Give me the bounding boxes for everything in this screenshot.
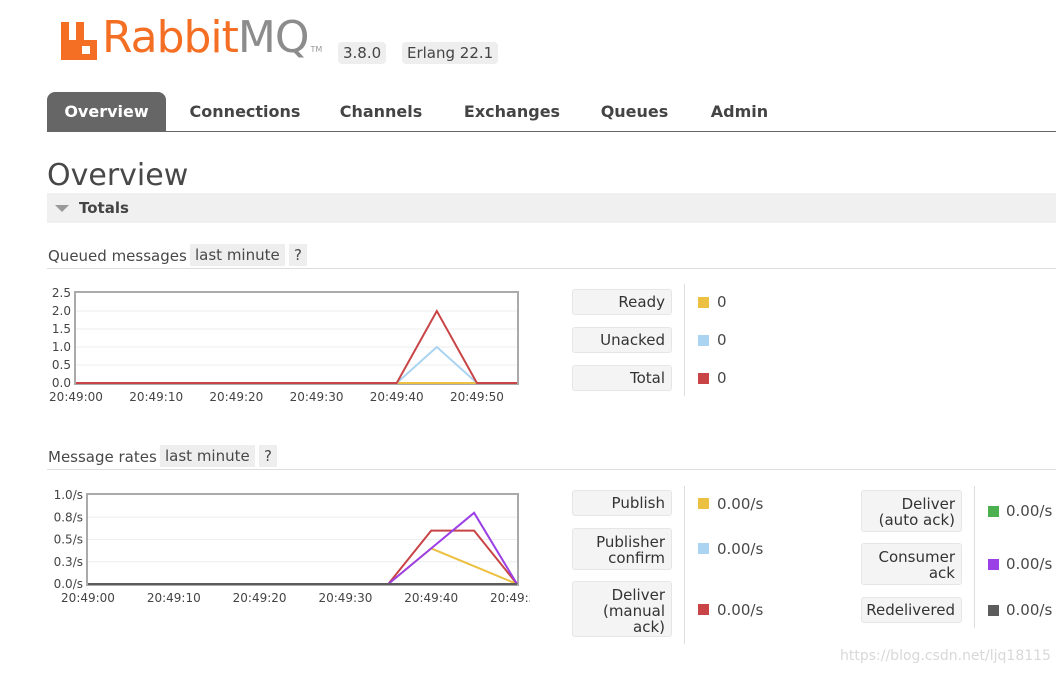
x-tick-label: 20:49:40 [404, 591, 458, 605]
legend-ready: Ready [572, 289, 672, 315]
y-tick-label: 0.0/s [54, 577, 83, 591]
rates-legend-divider-right [974, 486, 975, 628]
x-tick-label: 20:49:50 [450, 390, 504, 404]
legend-publisher-confirm: Publisher confirm [572, 528, 672, 570]
y-tick-label: 0.8/s [54, 510, 83, 524]
main-nav: Overview Connections Channels Exchanges … [47, 92, 1056, 132]
tab-admin[interactable]: Admin [702, 92, 777, 131]
publisher-confirm-rate-value: 0.00/s [717, 540, 764, 558]
tab-connections[interactable]: Connections [181, 92, 309, 131]
tab-queues[interactable]: Queues [592, 92, 677, 131]
rabbitmq-logo-icon [60, 18, 98, 62]
y-tick-label: 1.5 [52, 322, 71, 336]
redelivered-rate-value: 0.00/s [1006, 601, 1053, 619]
unacked-value: 0 [717, 331, 727, 349]
x-tick-label: 20:49:30 [290, 390, 344, 404]
totals-section-label: Totals [79, 199, 129, 217]
queued-messages-header: Queued messages last minute ? [47, 244, 1056, 269]
consumer-ack-rate-value: 0.00/s [1006, 555, 1053, 573]
totals-section-toggle[interactable]: Totals [47, 193, 1056, 223]
total-value: 0 [717, 369, 727, 387]
tab-exchanges[interactable]: Exchanges [454, 92, 570, 131]
x-tick-label: 20:49:10 [129, 390, 183, 404]
y-tick-label: 0.3/s [54, 555, 83, 569]
swatch-publisher-confirm [698, 543, 709, 554]
y-tick-label: 0.5/s [54, 533, 83, 547]
version-badge: 3.8.0 [338, 42, 387, 64]
watermark: https://blog.csdn.net/ljq18115 [840, 648, 1051, 664]
x-tick-label: 20:49:20 [209, 390, 263, 404]
rabbitmq-logo[interactable]: RabbitMQ TM [60, 14, 322, 62]
y-tick-label: 0.0 [52, 376, 71, 390]
message-rates-chart: 0.0/s 0.3/s 0.5/s 0.8/s 1.0/s 20:49:00 20:49:1… [54, 488, 530, 605]
erlang-version-badge: Erlang 22.1 [402, 42, 499, 64]
publish-rate-value: 0.00/s [717, 495, 764, 513]
collapse-triangle-icon [55, 205, 69, 212]
x-tick-label: 20:49:40 [370, 390, 424, 404]
logo-wordmark: RabbitMQ [102, 12, 310, 63]
deliver-manual-ack-rate-value: 0.00/s [717, 601, 764, 619]
legend-publish: Publish [572, 490, 672, 516]
legend-total: Total [572, 365, 672, 391]
queued-range-selector[interactable]: last minute [190, 244, 285, 266]
ready-value: 0 [717, 293, 727, 311]
swatch-unacked [698, 335, 709, 346]
legend-unacked: Unacked [572, 327, 672, 353]
queued-messages-chart: 0.0 0.5 1.0 1.5 2.0 2.5 20:49:00 20:49:10 20:49:… [49, 286, 519, 404]
legend-consumer-ack: Consumer ack [861, 543, 962, 585]
x-tick-label: 20:49:10 [147, 591, 201, 605]
swatch-ready [698, 297, 709, 308]
x-tick-label: 20:49:50 [490, 591, 530, 605]
y-tick-label: 1.0/s [54, 488, 83, 502]
queued-help-button[interactable]: ? [289, 244, 307, 266]
tab-channels[interactable]: Channels [331, 92, 431, 131]
y-tick-label: 2.5 [52, 286, 71, 300]
tab-overview[interactable]: Overview [47, 92, 166, 131]
x-tick-label: 20:49:30 [318, 591, 372, 605]
legend-redelivered: Redelivered [861, 597, 962, 623]
swatch-deliver-manual-ack [698, 604, 709, 615]
queued-messages-label: Queued messages [48, 247, 187, 265]
swatch-consumer-ack [988, 559, 999, 570]
message-rates-header: Message rates last minute ? [47, 445, 1056, 470]
x-tick-label: 20:49:00 [61, 591, 115, 605]
swatch-deliver-auto-ack [988, 506, 999, 517]
page-title: Overview [47, 158, 189, 193]
y-tick-label: 2.0 [52, 304, 71, 318]
rates-help-button[interactable]: ? [259, 445, 277, 467]
deliver-auto-ack-rate-value: 0.00/s [1006, 502, 1053, 520]
message-rates-label: Message rates [48, 448, 157, 466]
y-tick-label: 1.0 [52, 340, 71, 354]
legend-deliver-auto-ack: Deliver (auto ack) [861, 490, 962, 532]
swatch-total [698, 373, 709, 384]
rates-legend-divider-left [684, 486, 685, 644]
rates-range-selector[interactable]: last minute [160, 445, 255, 467]
legend-deliver-manual-ack: Deliver (manual ack) [572, 581, 672, 637]
legend-divider [684, 284, 685, 396]
x-tick-label: 20:49:20 [233, 591, 287, 605]
x-tick-label: 20:49:00 [49, 390, 103, 404]
logo-trademark: TM [310, 45, 323, 54]
swatch-publish [698, 498, 709, 509]
swatch-redelivered [988, 605, 999, 616]
y-tick-label: 0.5 [52, 358, 71, 372]
